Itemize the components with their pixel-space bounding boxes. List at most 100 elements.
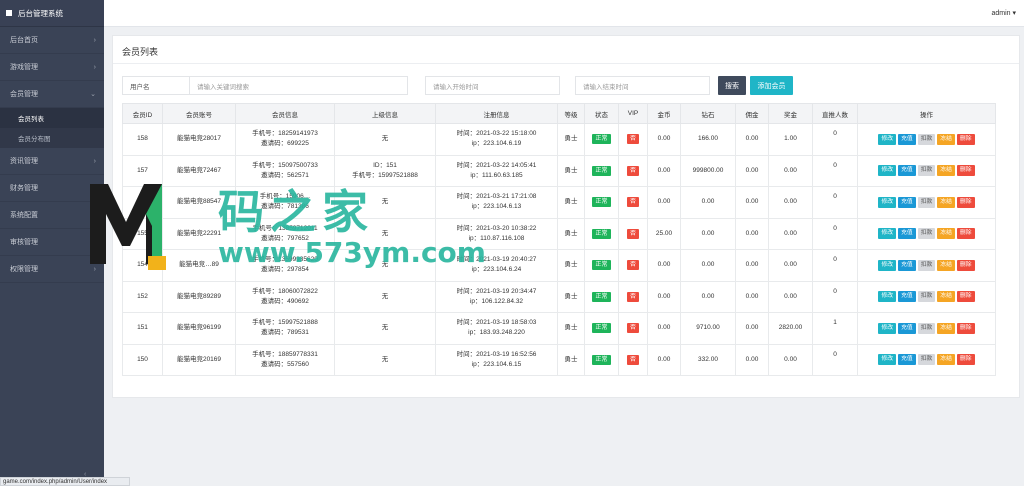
vip-badge[interactable]: 否	[626, 134, 639, 145]
deduct-button[interactable]: 扣款	[917, 291, 936, 303]
vip-badge[interactable]: 否	[626, 228, 639, 239]
member-invite-code: 邀请码：297854	[261, 266, 309, 274]
vip-badge[interactable]: 否	[626, 197, 639, 208]
member-table: 会员ID 会员账号 会员信息 上级信息 注册信息 等级 状态 VIP 金币 钻石…	[122, 103, 996, 376]
member-id: 152	[122, 280, 163, 313]
start-time-input[interactable]: 请输入开始时间	[425, 76, 560, 95]
user-menu[interactable]: admin ▾	[991, 9, 1016, 17]
edit-button[interactable]: 修改	[878, 259, 897, 271]
col-header: 会员ID	[122, 103, 163, 124]
search-button[interactable]: 搜索	[718, 76, 746, 95]
chevron-right-icon: ›	[93, 157, 96, 165]
bonus-value: 0.00	[768, 186, 813, 219]
recharge-button[interactable]: 充值	[898, 228, 916, 240]
deduct-button[interactable]: 扣款	[917, 133, 936, 145]
sidebar-item-news[interactable]: 资讯管理 ›	[0, 148, 104, 175]
member-info: 手机号：15997521888 邀请码：789531	[235, 312, 335, 345]
status-badge[interactable]: 正常	[592, 291, 611, 302]
add-member-button[interactable]: 添加会员	[750, 76, 793, 95]
bonus-value: 1.00	[768, 123, 813, 156]
edit-button[interactable]: 修改	[878, 133, 897, 145]
edit-button[interactable]: 修改	[878, 322, 897, 334]
sidebar-item-permissions[interactable]: 权限管理 ›	[0, 256, 104, 283]
ops-cell: 修改 充值 扣款 冻结 删除	[857, 280, 996, 313]
deduct-button[interactable]: 扣款	[917, 354, 936, 366]
freeze-button[interactable]: 冻结	[937, 354, 955, 366]
status-badge[interactable]: 正常	[592, 197, 611, 208]
status-badge[interactable]: 正常	[592, 260, 611, 271]
edit-button[interactable]: 修改	[878, 354, 897, 366]
recharge-button[interactable]: 充值	[898, 354, 916, 366]
sidebar-subitem-member-distribution[interactable]: 会员分布图	[0, 128, 104, 148]
recharge-button[interactable]: 充值	[898, 322, 916, 334]
deduct-button[interactable]: 扣款	[917, 228, 936, 240]
vip-cell: 否	[618, 343, 648, 376]
vip-badge[interactable]: 否	[626, 291, 639, 302]
sidebar-item-audit[interactable]: 审核管理 ›	[0, 229, 104, 256]
edit-button[interactable]: 修改	[878, 165, 897, 177]
recharge-button[interactable]: 充值	[898, 259, 916, 271]
member-level: 勇士	[557, 123, 585, 156]
status-badge[interactable]: 正常	[592, 323, 611, 334]
logo-square-icon	[6, 10, 12, 16]
sidebar-item-finance[interactable]: 财务管理 ›	[0, 175, 104, 202]
status-cell: 正常	[584, 343, 619, 376]
edit-button[interactable]: 修改	[878, 196, 897, 208]
delete-button[interactable]: 删除	[956, 291, 975, 303]
commission-value: 0.00	[735, 249, 769, 282]
deduct-button[interactable]: 扣款	[917, 196, 936, 208]
register-info: 时间：2021-03-19 20:34:47 ip：106.122.84.32	[435, 280, 558, 313]
sidebar-item-members[interactable]: 会员管理 ⌄	[0, 81, 104, 108]
freeze-button[interactable]: 冻结	[937, 196, 955, 208]
username: admin	[991, 10, 1011, 17]
recharge-button[interactable]: 充值	[898, 291, 916, 303]
delete-button[interactable]: 删除	[956, 165, 975, 177]
freeze-button[interactable]: 冻结	[937, 259, 955, 271]
sidebar-subitem-member-list[interactable]: 会员列表	[0, 108, 104, 128]
edit-button[interactable]: 修改	[878, 228, 897, 240]
freeze-button[interactable]: 冻结	[937, 291, 955, 303]
delete-button[interactable]: 删除	[956, 354, 975, 366]
freeze-button[interactable]: 冻结	[937, 165, 955, 177]
recharge-button[interactable]: 充值	[898, 196, 916, 208]
register-time: 时间：2021-03-19 16:52:56	[456, 350, 537, 358]
delete-button[interactable]: 删除	[956, 259, 975, 271]
keyword-search-input[interactable]: 请输入关键词搜索	[189, 76, 408, 95]
deduct-button[interactable]: 扣款	[917, 165, 936, 177]
member-invite-code: 邀请码：797652	[261, 234, 309, 242]
end-time-input[interactable]: 请输入结束时间	[575, 76, 710, 95]
vip-badge[interactable]: 否	[626, 354, 639, 365]
deduct-button[interactable]: 扣款	[917, 322, 936, 334]
sidebar-item-games[interactable]: 游戏管理 ›	[0, 54, 104, 81]
username-filter-label[interactable]: 用户名	[122, 76, 190, 95]
table-row: 151 能猫电竞96199 手机号：15997521888 邀请码：789531 无 时间…	[122, 312, 996, 345]
vip-badge[interactable]: 否	[626, 260, 639, 271]
member-info: 手机号：13859712011 邀请码：797652	[235, 217, 335, 250]
gold-value: 0.00	[647, 280, 681, 313]
deduct-button[interactable]: 扣款	[917, 259, 936, 271]
freeze-button[interactable]: 冻结	[937, 228, 955, 240]
page-title: 会员列表	[122, 47, 159, 57]
register-time: 时间：2021-03-20 10:38:22	[456, 224, 537, 232]
member-phone: 手机号：13859712011	[252, 224, 318, 232]
referral-count: 0	[812, 154, 858, 187]
chevron-right-icon: ›	[93, 238, 96, 246]
delete-button[interactable]: 删除	[956, 228, 975, 240]
status-badge[interactable]: 正常	[592, 228, 611, 239]
vip-badge[interactable]: 否	[626, 165, 639, 176]
status-badge[interactable]: 正常	[592, 134, 611, 145]
recharge-button[interactable]: 充值	[898, 133, 916, 145]
vip-badge[interactable]: 否	[626, 323, 639, 334]
recharge-button[interactable]: 充值	[898, 165, 916, 177]
status-badge[interactable]: 正常	[592, 165, 611, 176]
delete-button[interactable]: 删除	[956, 196, 975, 208]
sidebar-item-home[interactable]: 后台首页 ›	[0, 27, 104, 54]
register-ip: ip：110.87.116.108	[468, 234, 525, 242]
sidebar-item-system[interactable]: 系统配置 ›	[0, 202, 104, 229]
status-badge[interactable]: 正常	[592, 354, 611, 365]
edit-button[interactable]: 修改	[878, 291, 897, 303]
freeze-button[interactable]: 冻结	[937, 133, 955, 145]
delete-button[interactable]: 删除	[956, 322, 975, 334]
delete-button[interactable]: 删除	[956, 133, 975, 145]
freeze-button[interactable]: 冻结	[937, 322, 955, 334]
